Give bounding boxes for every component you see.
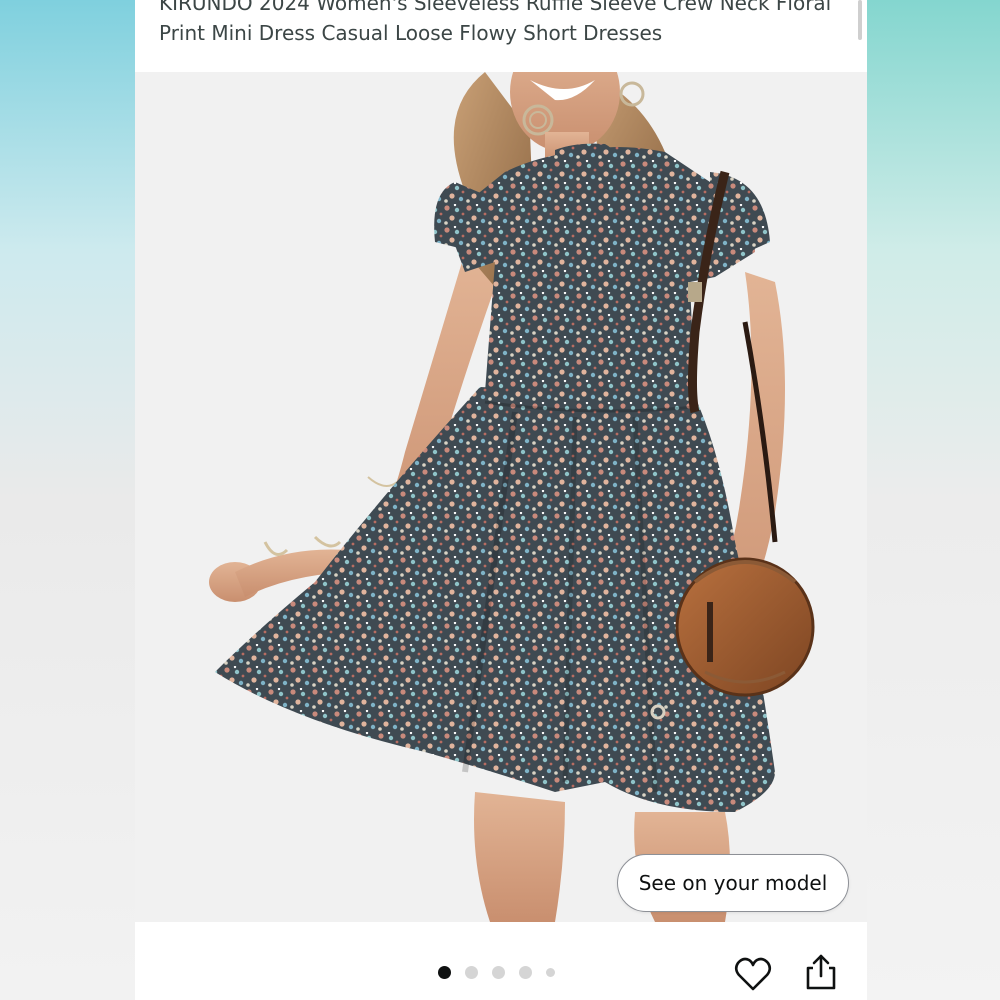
pagination-dot-1[interactable] [438, 966, 451, 979]
product-image-gallery[interactable]: See on your model [135, 72, 867, 922]
product-title: KIRUNDO 2024 Women's Sleeveless Ruffle S… [159, 0, 832, 45]
pagination-dot-5[interactable] [546, 968, 555, 977]
heart-icon[interactable] [733, 954, 773, 994]
gallery-footer [135, 922, 867, 1000]
product-page: KIRUNDO 2024 Women's Sleeveless Ruffle S… [135, 0, 867, 1000]
scrollbar[interactable] [858, 0, 862, 40]
background-right [867, 0, 1000, 1000]
see-on-model-button[interactable]: See on your model [617, 854, 849, 912]
product-photo[interactable] [135, 72, 867, 922]
title-bar: KIRUNDO 2024 Women's Sleeveless Ruffle S… [135, 0, 867, 72]
pagination-dot-2[interactable] [465, 966, 478, 979]
pagination-dots [438, 966, 555, 979]
pagination-dot-3[interactable] [492, 966, 505, 979]
share-icon[interactable] [803, 952, 839, 992]
background-left [0, 0, 135, 1000]
pagination-dot-4[interactable] [519, 966, 532, 979]
